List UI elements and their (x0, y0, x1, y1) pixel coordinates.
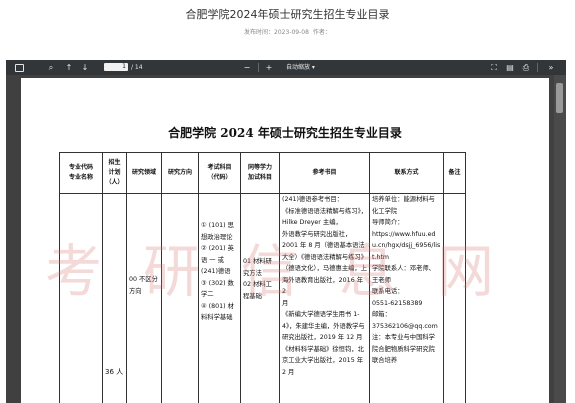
zoom-select-value: 自动缩放 (286, 64, 311, 71)
cell-exam-subjects: ① (101) 思想政治理论 ② (201) 英语 一 或(241)德语 ③ (… (198, 193, 241, 403)
cell-reference-books: (241)德语参考书目： 《标准德语语法精解与练习》，Hilke Dreyer … (279, 193, 370, 403)
table-row: 36 人 00 不区分方向 ① (101) 思想政治理论 ② (201) 英语 … (59, 193, 466, 403)
zoom-select[interactable]: 自动缩放 ▾ (286, 60, 315, 75)
print-icon[interactable]: ⎙ (521, 60, 531, 75)
publish-date: 发布时间：2023-09-08 (244, 29, 309, 36)
book-line: 《新编大学德语学生用书 1-4》，朱建华主编，外语教学与研究出版社，2019 年… (282, 311, 365, 341)
header-contact: 联系方式 (369, 152, 444, 194)
author-label: 作者： (312, 29, 331, 36)
exam-item: ④ (801) 材料科学基础 (201, 302, 234, 322)
contact-line: 学院联系人：邓老师、王老师 (372, 265, 435, 284)
table-header-row: 专业代码 专业名称 招生 计划 （人） 研究领域 研究方向 考试科目 （代码） 同等学力… (59, 152, 466, 194)
header-exam-subjects: 考试科目 （代码） (198, 152, 241, 194)
pdf-viewer: ⌕ ↑ ↓ 1 / 14 − + 自动缩放 ▾ ⛶ ▤ ⎙ » 合肥学院 202… (6, 60, 566, 403)
header-notes: 备注 (443, 152, 466, 194)
header-reference-books: 参考书目 (279, 152, 370, 194)
research-field-value: 00 不区分方向 (129, 276, 158, 295)
contact-line: 导师简介： (372, 219, 404, 226)
search-icon[interactable]: ⌕ (46, 60, 56, 75)
up-arrow-icon[interactable]: ↑ (64, 60, 74, 75)
cell-research-field: 00 不区分方向 (126, 193, 162, 403)
exam-item: ① (101) 思想政治理论 (201, 222, 234, 241)
contact-line: 培养单位：能源材料与化工学院 (372, 196, 435, 215)
cell-research-direction (161, 193, 199, 403)
article-meta: 发布时间：2023-09-08 作者： (0, 27, 575, 36)
contact-line: 0551-62158389 (372, 299, 423, 307)
book-line: (241)德语参考书目： (282, 196, 344, 203)
zoom-out-button[interactable]: − (242, 60, 252, 75)
pdf-toolbar: ⌕ ↑ ↓ 1 / 14 − + 自动缩放 ▾ ⛶ ▤ ⎙ » (6, 60, 566, 75)
book-line: 《材料科学基础》徐恒钧，北京工业大学出版社，2015 年 2 月 (282, 345, 364, 376)
exam-item: ② (201) 英语 一 或(241)德语 (201, 245, 234, 275)
contact-line: 邮箱： (372, 311, 391, 318)
equivalent-list: 01 材料研究方法 02 材料工程基础 (243, 256, 277, 302)
exam-list: ① (101) 思想政治理论 ② (201) 英语 一 或(241)德语 ③ (… (201, 220, 238, 324)
page-number-input[interactable]: 1 (104, 63, 128, 71)
article-title: 合肥学院2024年硕士研究生招生专业目录 (185, 8, 390, 21)
book-line: 2001 年 8 月（德语基本语法大全）《德语语法精解与练习》（德语文化），马德… (282, 242, 368, 295)
book-line: 外语教学与研究出版社， (282, 230, 352, 238)
header-research-direction: 研究方向 (161, 152, 199, 194)
cell-major-code (59, 193, 103, 403)
zoom-in-button[interactable]: + (264, 60, 274, 75)
header-major-code: 专业代码 专业名称 (59, 152, 103, 194)
cell-notes (443, 193, 466, 403)
scrollbar-thumb[interactable] (556, 83, 563, 113)
cell-equivalent-exams: 01 材料研究方法 02 材料工程基础 (240, 193, 280, 403)
down-arrow-icon[interactable]: ↓ (80, 60, 90, 75)
contact-line: 联系电话： (372, 288, 404, 295)
cell-contact: 培养单位：能源材料与化工学院 导师简介： https://www.hfuu.ed… (369, 193, 444, 403)
plan-value: 36 人 (105, 368, 124, 376)
presentation-icon[interactable]: ⛶ (489, 60, 499, 75)
equivalent-item: 02 材料工程基础 (243, 281, 272, 300)
cell-plan: 36 人 (102, 193, 127, 403)
more-tools-icon[interactable]: » (545, 60, 557, 75)
tools-divider (537, 63, 538, 72)
exam-item: ③ (302) 数学二 (201, 279, 234, 299)
header-plan: 招生 计划 （人） (102, 152, 127, 194)
program-table: 专业代码 专业名称 招生 计划 （人） 研究领域 研究方向 考试科目 （代码） 同等学力… (59, 152, 466, 403)
page-total-label: / 14 (131, 64, 143, 71)
zoom-divider (258, 63, 259, 72)
open-file-icon[interactable]: ▤ (505, 60, 515, 75)
document-title: 合肥学院 2024 年硕士研究生招生专业目录 (168, 126, 402, 140)
contact-note: 注：本专业与中国科学院合肥物质科学研究院联合培养 (372, 334, 435, 364)
vertical-scrollbar[interactable] (554, 75, 566, 403)
book-line: 月 (282, 299, 289, 307)
pdf-page: 合肥学院 2024 年硕士研究生招生专业目录 专业代码 专业名称 招生 计划 （人） … (21, 78, 549, 403)
sidebar-toggle-icon[interactable] (15, 64, 24, 72)
equivalent-item: 01 材料研究方法 (243, 258, 272, 277)
contact-url[interactable]: https://www.hfuu.edu.cn/hgx/dsjj_6956/li… (372, 229, 441, 264)
header-equivalent-exams: 同等学力 加试科目 (240, 152, 280, 194)
header-research-field: 研究领域 (126, 152, 162, 194)
book-line: 《标准德语语法精解与练习》，Hilke Dreyer 主编， (282, 207, 368, 227)
contact-email[interactable]: 375362106@qq.com (372, 321, 441, 333)
